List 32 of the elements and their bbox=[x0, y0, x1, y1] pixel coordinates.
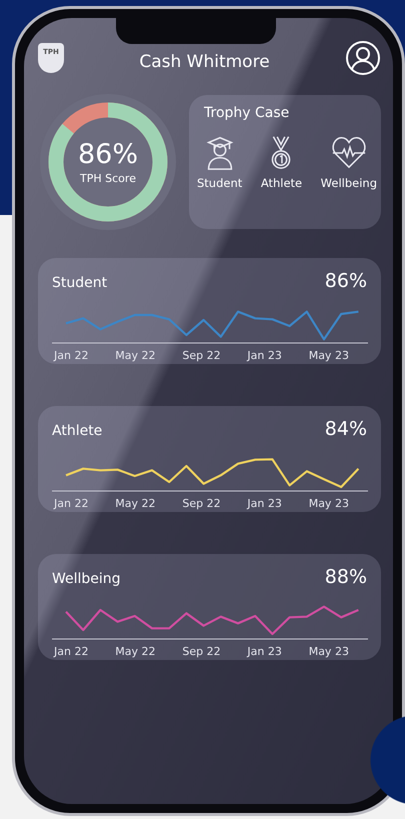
axis-label: Jan 22 bbox=[54, 645, 88, 658]
card-title: Wellbeing bbox=[52, 571, 121, 587]
user-name: Cash Whitmore bbox=[139, 52, 270, 72]
score-label: TPH Score bbox=[80, 172, 136, 185]
category-card[interactable]: Wellbeing 88% Jan 22 May 22 Sep 22 Jan 23 May 23 bbox=[38, 554, 381, 660]
trophy-label: Athlete bbox=[260, 176, 302, 190]
card-title: Student bbox=[52, 275, 108, 291]
axis-label: Jan 23 bbox=[247, 645, 282, 658]
user-icon[interactable] bbox=[345, 40, 381, 76]
axis-label: Sep 22 bbox=[182, 349, 221, 362]
category-card[interactable]: Athlete 84% Jan 22 May 22 Sep 22 Jan 23 May 23 bbox=[38, 406, 381, 512]
trophy-label: Student bbox=[197, 176, 242, 190]
trophy-label: Wellbeing bbox=[320, 176, 377, 190]
axis-label: Jan 23 bbox=[247, 497, 282, 510]
axis-label: Sep 22 bbox=[182, 497, 221, 510]
trophy-case-title: Trophy Case bbox=[204, 105, 290, 121]
axis-label: Jan 23 bbox=[247, 349, 282, 362]
axis-label: May 22 bbox=[115, 497, 156, 510]
axis-label: May 23 bbox=[308, 349, 349, 362]
axis-label: May 22 bbox=[115, 349, 156, 362]
score-value: 86% bbox=[78, 139, 138, 170]
axis-label: Jan 22 bbox=[54, 497, 88, 510]
axis-label: May 23 bbox=[308, 497, 349, 510]
axis-label: Sep 22 bbox=[182, 645, 221, 658]
card-percentage: 84% bbox=[324, 418, 367, 440]
axis-label: Jan 22 bbox=[54, 349, 88, 362]
category-card[interactable]: Student 86% Jan 22 May 22 Sep 22 Jan 23 May 23 bbox=[38, 258, 381, 364]
card-percentage: 86% bbox=[324, 270, 367, 292]
card-percentage: 88% bbox=[324, 566, 367, 588]
axis-label: May 23 bbox=[308, 645, 349, 658]
axis-label: May 22 bbox=[115, 645, 156, 658]
card-title: Athlete bbox=[52, 423, 102, 439]
